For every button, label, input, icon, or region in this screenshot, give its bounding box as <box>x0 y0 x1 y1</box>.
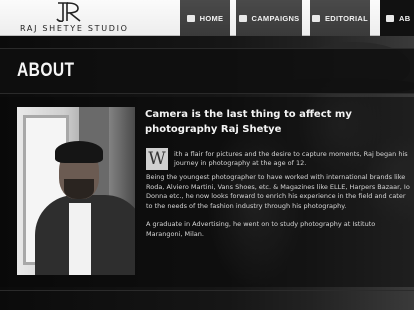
logo-text[interactable]: RAJ SHETYE STUDIO <box>20 24 129 33</box>
portrait-photo <box>17 107 135 275</box>
nav-home-label: HOME <box>199 13 224 23</box>
image-icon <box>312 14 320 22</box>
nav-campaigns[interactable]: CAMPAIGNS <box>236 0 302 36</box>
page-title: ABOUT <box>17 60 75 81</box>
nav-about[interactable]: AB <box>380 0 414 36</box>
image-icon <box>238 14 247 22</box>
site-header: RAJ SHETYE STUDIO HOME CAMPAIGNS EDITORI… <box>0 0 414 36</box>
bottom-divider <box>0 290 414 291</box>
home-icon <box>186 14 195 22</box>
nav-editorial[interactable]: EDITORIAL <box>310 0 370 36</box>
logo-monogram-icon[interactable] <box>54 1 84 23</box>
nav-campaigns-label: CAMPAIGNS <box>251 13 300 23</box>
about-intro-text: ith a flair for pictures and the desire … <box>174 150 408 167</box>
main-nav: HOME CAMPAIGNS EDITORIAL AB <box>180 0 414 36</box>
nav-editorial-label: EDITORIAL <box>325 13 368 23</box>
about-content: Camera is the last thing to affect my ph… <box>0 97 414 287</box>
about-headline: Camera is the last thing to affect my ph… <box>145 109 352 135</box>
drop-cap: W <box>146 148 168 170</box>
nav-home[interactable]: HOME <box>180 0 230 36</box>
title-bar: ABOUT <box>0 48 414 94</box>
nav-about-label: AB <box>399 13 411 23</box>
about-paragraph-3: A graduate in Advertising, he went on to… <box>146 220 376 238</box>
about-paragraph-2: Being the youngest photographer to have … <box>146 173 410 210</box>
image-icon <box>386 14 394 22</box>
